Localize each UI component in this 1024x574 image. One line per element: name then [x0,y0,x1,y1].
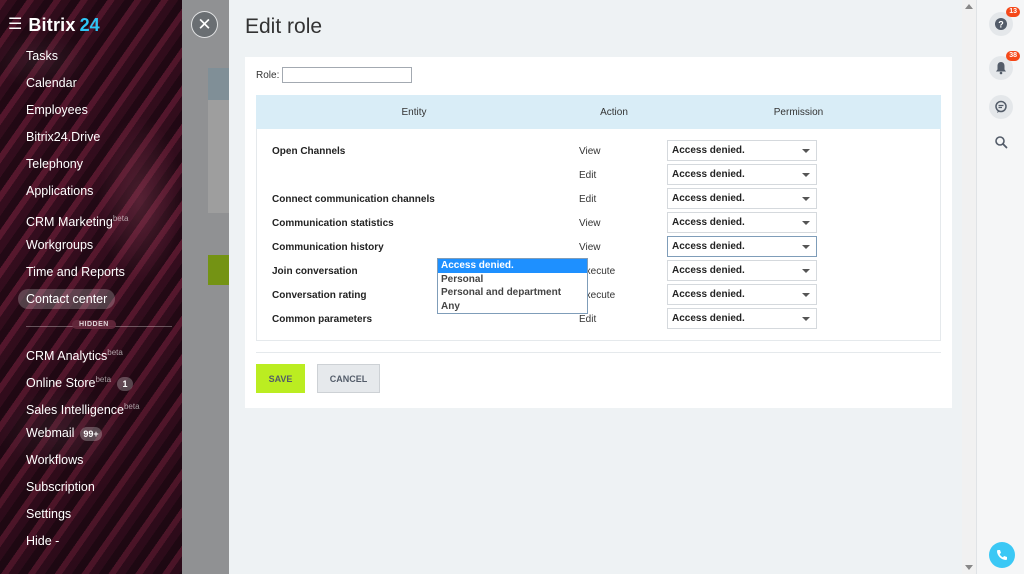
table-row: Communication statistics View Access den… [257,211,940,235]
permission-dropdown-list: Access denied. Personal Personal and dep… [437,258,588,314]
permissions-table: Entity Action Permission Open Channels V… [256,95,941,341]
save-button[interactable]: SAVE [256,364,305,393]
hidden-tag: HIDDEN [72,320,116,329]
permission-select[interactable]: Access denied. [667,212,817,233]
logo-suffix: 24 [79,14,100,35]
table-row: Communication history View Access denied… [257,235,940,259]
table-body: Open Channels View Access denied. Edit A… [256,129,941,341]
notifications-bell-icon[interactable]: 38 [989,51,1020,80]
chevron-down-icon [802,221,810,225]
permission-select-open[interactable]: Access denied. [667,236,817,257]
action-cell: Edit [579,313,597,325]
sidebar-item-online-store[interactable]: Online Storebeta 1 [0,366,182,393]
page-scrollbar[interactable] [962,0,976,574]
scroll-down-icon[interactable] [965,565,973,570]
entity-cell: Communication statistics [272,217,394,229]
right-panel: ? 13 38 [976,0,1024,574]
chevron-down-icon [802,245,810,249]
dropdown-option-personal[interactable]: Personal [438,273,587,287]
help-badge: 13 [1006,7,1020,17]
chevron-down-icon [802,269,810,273]
phone-call-icon[interactable] [989,542,1015,568]
dropdown-option-any[interactable]: Any [438,300,587,314]
sidebar-item-sales-intelligence[interactable]: Sales Intelligencebeta [0,393,182,420]
entity-cell: Common parameters [272,313,373,325]
table-row: Join conversation Execute Access denied. [257,259,940,283]
permission-select[interactable]: Access denied. [667,308,817,329]
slider-title: Edit role [245,15,323,38]
svg-text:?: ? [998,20,1004,30]
sidebar-item-employees[interactable]: Employees [0,97,182,124]
left-sidebar: ☰ Bitrix 24 Tasks Calendar Employees Bit… [0,0,182,574]
notifications-badge: 38 [1006,51,1020,61]
permission-select[interactable]: Access denied. [667,140,817,161]
chevron-down-icon [802,293,810,297]
chevron-down-icon [802,317,810,321]
sidebar-item-tasks[interactable]: Tasks [0,43,182,70]
dropdown-option-personal-department[interactable]: Personal and department [438,286,587,300]
cancel-button[interactable]: CANCEL [317,364,380,393]
header-entity: Entity [401,106,427,118]
role-form: Role: Entity Action Permission Open Chan… [245,57,952,408]
table-row: Edit Access denied. [257,163,940,187]
role-label: Role: [256,69,280,81]
permission-select[interactable]: Access denied. [667,188,817,209]
chevron-down-icon [802,197,810,201]
header-permission: Permission [773,106,824,118]
header-action: Action [600,106,628,118]
scroll-up-icon[interactable] [965,4,973,9]
online-store-counter: 1 [117,376,134,391]
logo-text[interactable]: Bitrix [28,15,75,36]
table-row: Common parameters Edit Access denied. [257,307,940,331]
webmail-counter: 99+ [80,426,102,441]
form-divider [256,352,941,353]
sidebar-item-workflows[interactable]: Workflows [0,447,182,474]
role-name-input[interactable] [282,67,413,83]
sidebar-item-settings[interactable]: Settings [0,501,182,528]
table-row: Connect communication channels Edit Acce… [257,187,940,211]
close-slider-icon[interactable]: ✕ [191,11,218,38]
action-cell: View [579,241,601,253]
action-cell: View [579,217,601,229]
sidebar-item-time-reports[interactable]: Time and Reports [0,259,182,286]
sidebar-item-drive[interactable]: Bitrix24.Drive [0,124,182,151]
chat-icon[interactable] [989,95,1013,119]
chevron-down-icon [802,173,810,177]
sidebar-item-workgroups[interactable]: Workgroups [0,232,182,259]
edit-role-slider: Edit role Role: Entity Action Permission… [229,0,976,574]
permission-select[interactable]: Access denied. [667,164,817,185]
sidebar-item-crm-analytics[interactable]: CRM Analyticsbeta [0,339,182,366]
table-row: Open Channels View Access denied. [257,139,940,163]
entity-cell: Connect communication channels [272,193,435,205]
sidebar-item-contact-center[interactable]: Contact center [0,286,182,313]
hidden-separator: HIDDEN [0,313,182,339]
sidebar-item-hide[interactable]: Hide - [0,528,182,555]
entity-cell: Open Channels [272,145,346,157]
action-cell: Edit [579,169,597,181]
action-cell: View [579,145,601,157]
table-header: Entity Action Permission [256,95,941,129]
sidebar-item-subscription[interactable]: Subscription [0,474,182,501]
chevron-down-icon [802,149,810,153]
sidebar-item-calendar[interactable]: Calendar [0,70,182,97]
menu-burger-icon[interactable]: ☰ [8,17,22,33]
help-icon[interactable]: ? 13 [989,7,1020,36]
sidebar-item-crm-marketing[interactable]: CRM Marketingbeta [0,205,182,232]
entity-cell: Conversation rating [272,289,367,301]
action-cell: Edit [579,193,597,205]
role-row: Role: [256,67,413,83]
sidebar-item-webmail[interactable]: Webmail 99+ [0,420,182,447]
search-icon[interactable] [989,130,1013,154]
permission-select[interactable]: Access denied. [667,260,817,281]
entity-cell: Join conversation [272,265,358,277]
sidebar-item-applications[interactable]: Applications [0,178,182,205]
sidebar-item-telephony[interactable]: Telephony [0,151,182,178]
dropdown-option-access-denied[interactable]: Access denied. [438,259,587,273]
permission-select[interactable]: Access denied. [667,284,817,305]
entity-cell: Communication history [272,241,384,253]
table-row: Conversation rating Execute Access denie… [257,283,940,307]
